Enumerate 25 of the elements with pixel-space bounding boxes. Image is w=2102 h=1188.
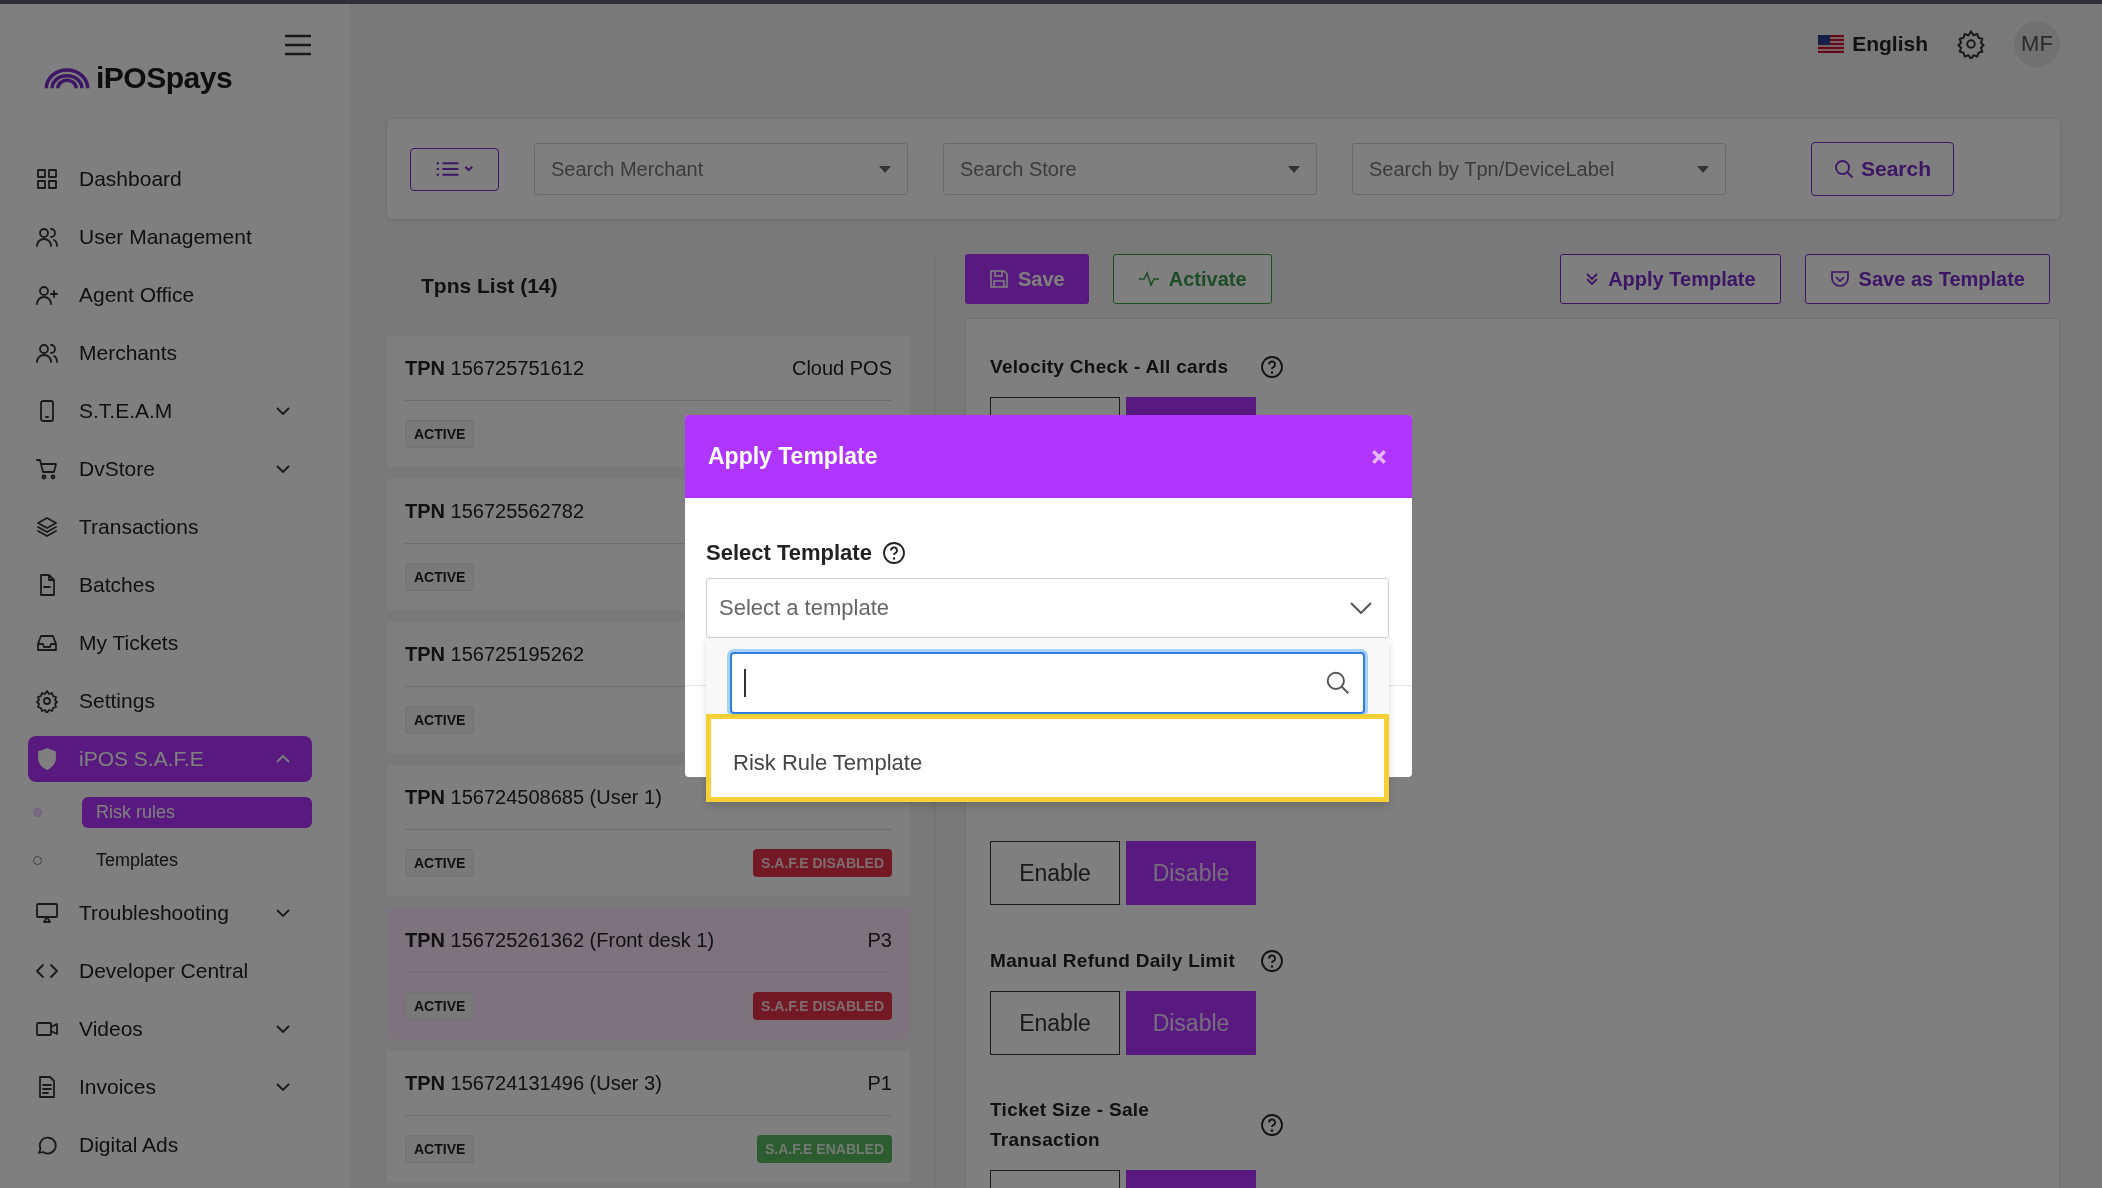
rule-label: Velocity Check - All cards (990, 354, 1230, 379)
status-badge: ACTIVE (405, 563, 475, 591)
status-badge: ACTIVE (405, 992, 475, 1020)
rule-label: Manual Refund Daily Limit (990, 948, 1237, 973)
safe-status-badge: S.A.F.E ENABLED (757, 1135, 892, 1163)
status-badge: ACTIVE (405, 1135, 475, 1163)
field-label: Select Template (706, 540, 872, 566)
tpn-number: TPN 156724508685 (User 1) (405, 785, 662, 809)
safe-status-badge: S.A.F.E DISABLED (753, 849, 892, 877)
tpn-number: TPN 156725261362 (Front desk 1) (405, 928, 715, 952)
dialog-title: Apply Template (708, 443, 878, 470)
tpn-number: TPN 156725751612 (405, 356, 585, 380)
tpn-number: TPN 156725195262 (405, 642, 585, 666)
safe-status-badge: S.A.F.E DISABLED (753, 992, 892, 1020)
list-title: Tpns List (14) (420, 273, 559, 299)
device-tag: P1 (867, 1071, 892, 1095)
brand-name: iPOSpays (96, 61, 233, 95)
device-tag: P3 (867, 928, 892, 952)
device-tag: Cloud POS (791, 356, 892, 380)
status-badge: ACTIVE (405, 420, 475, 448)
status-badge: ACTIVE (405, 849, 475, 877)
tpn-number: TPN 156725562782 (405, 499, 585, 523)
tpn-number: TPN 156724131496 (User 3) (405, 1071, 662, 1095)
rule-label: Ticket Size - Sale Transaction (990, 1098, 1151, 1153)
status-badge: ACTIVE (405, 706, 475, 734)
